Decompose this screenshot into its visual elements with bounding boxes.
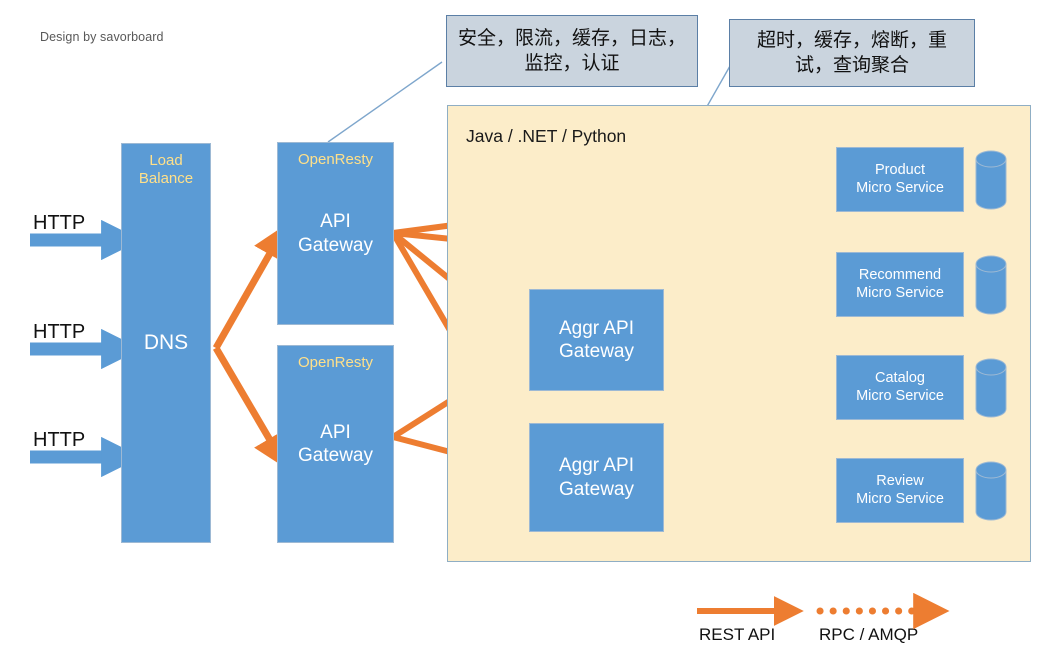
dns-to-gateway-arrows: [212, 223, 287, 469]
diagram-canvas: Design by savorboard Java / .NET / Pytho…: [0, 0, 1050, 670]
microservice-node-review[interactable]: Review Micro Service: [836, 458, 964, 523]
microservice-catalog-label: Catalog Micro Service: [856, 369, 944, 404]
aggr-concerns-callout-text: 超时，缓存，熔断，重试，查询聚合: [756, 28, 947, 76]
http-label-2: HTTP: [33, 321, 86, 343]
aggr-api-gateway-1-label: Aggr API Gateway: [559, 317, 634, 362]
microservice-product-label: Product Micro Service: [856, 161, 944, 196]
legend-label-rest: REST API: [699, 625, 776, 644]
api-gateway-node-1[interactable]: OpenResty API Gateway: [277, 142, 394, 325]
http-arrows: [30, 219, 142, 478]
gateway-concerns-callout: 安全，限流，缓存，日志，监控，认证: [446, 15, 698, 87]
gateway-concerns-callout-text: 安全，限流，缓存，日志，监控，认证: [457, 26, 686, 74]
microservice-node-recommend[interactable]: Recommend Micro Service: [836, 252, 964, 317]
api-gateway-2-sub-label: OpenResty: [297, 354, 374, 371]
api-gateway-1-label: API Gateway: [298, 211, 373, 256]
microservice-node-catalog[interactable]: Catalog Micro Service: [836, 355, 964, 420]
api-gateway-node-2[interactable]: OpenResty API Gateway: [277, 345, 394, 543]
aggr-concerns-callout: 超时，缓存，熔断，重试，查询聚合: [729, 19, 975, 87]
aggr-api-gateway-node-1[interactable]: Aggr API Gateway: [529, 289, 664, 391]
legend-label-rpc: RPC / AMQP: [819, 625, 919, 644]
platform-title: Java / .NET / Python: [466, 126, 627, 146]
dns-main-label: DNS: [143, 331, 189, 355]
dns-sub-label: Load Balance: [138, 152, 194, 188]
aggr-api-gateway-2-label: Aggr API Gateway: [559, 455, 634, 500]
api-gateway-1-sub-label: OpenResty: [297, 151, 374, 168]
aggr-api-gateway-node-2[interactable]: Aggr API Gateway: [529, 423, 664, 532]
microservice-node-product[interactable]: Product Micro Service: [836, 147, 964, 212]
http-label-3: HTTP: [33, 429, 86, 451]
design-credit: Design by savorboard: [40, 30, 164, 44]
api-gateway-2-label: API Gateway: [298, 421, 373, 466]
http-label-1: HTTP: [33, 212, 86, 234]
dns-load-balance-node[interactable]: Load Balance DNS: [121, 143, 211, 543]
microservice-review-label: Review Micro Service: [856, 472, 944, 507]
microservice-recommend-label: Recommend Micro Service: [856, 266, 944, 301]
